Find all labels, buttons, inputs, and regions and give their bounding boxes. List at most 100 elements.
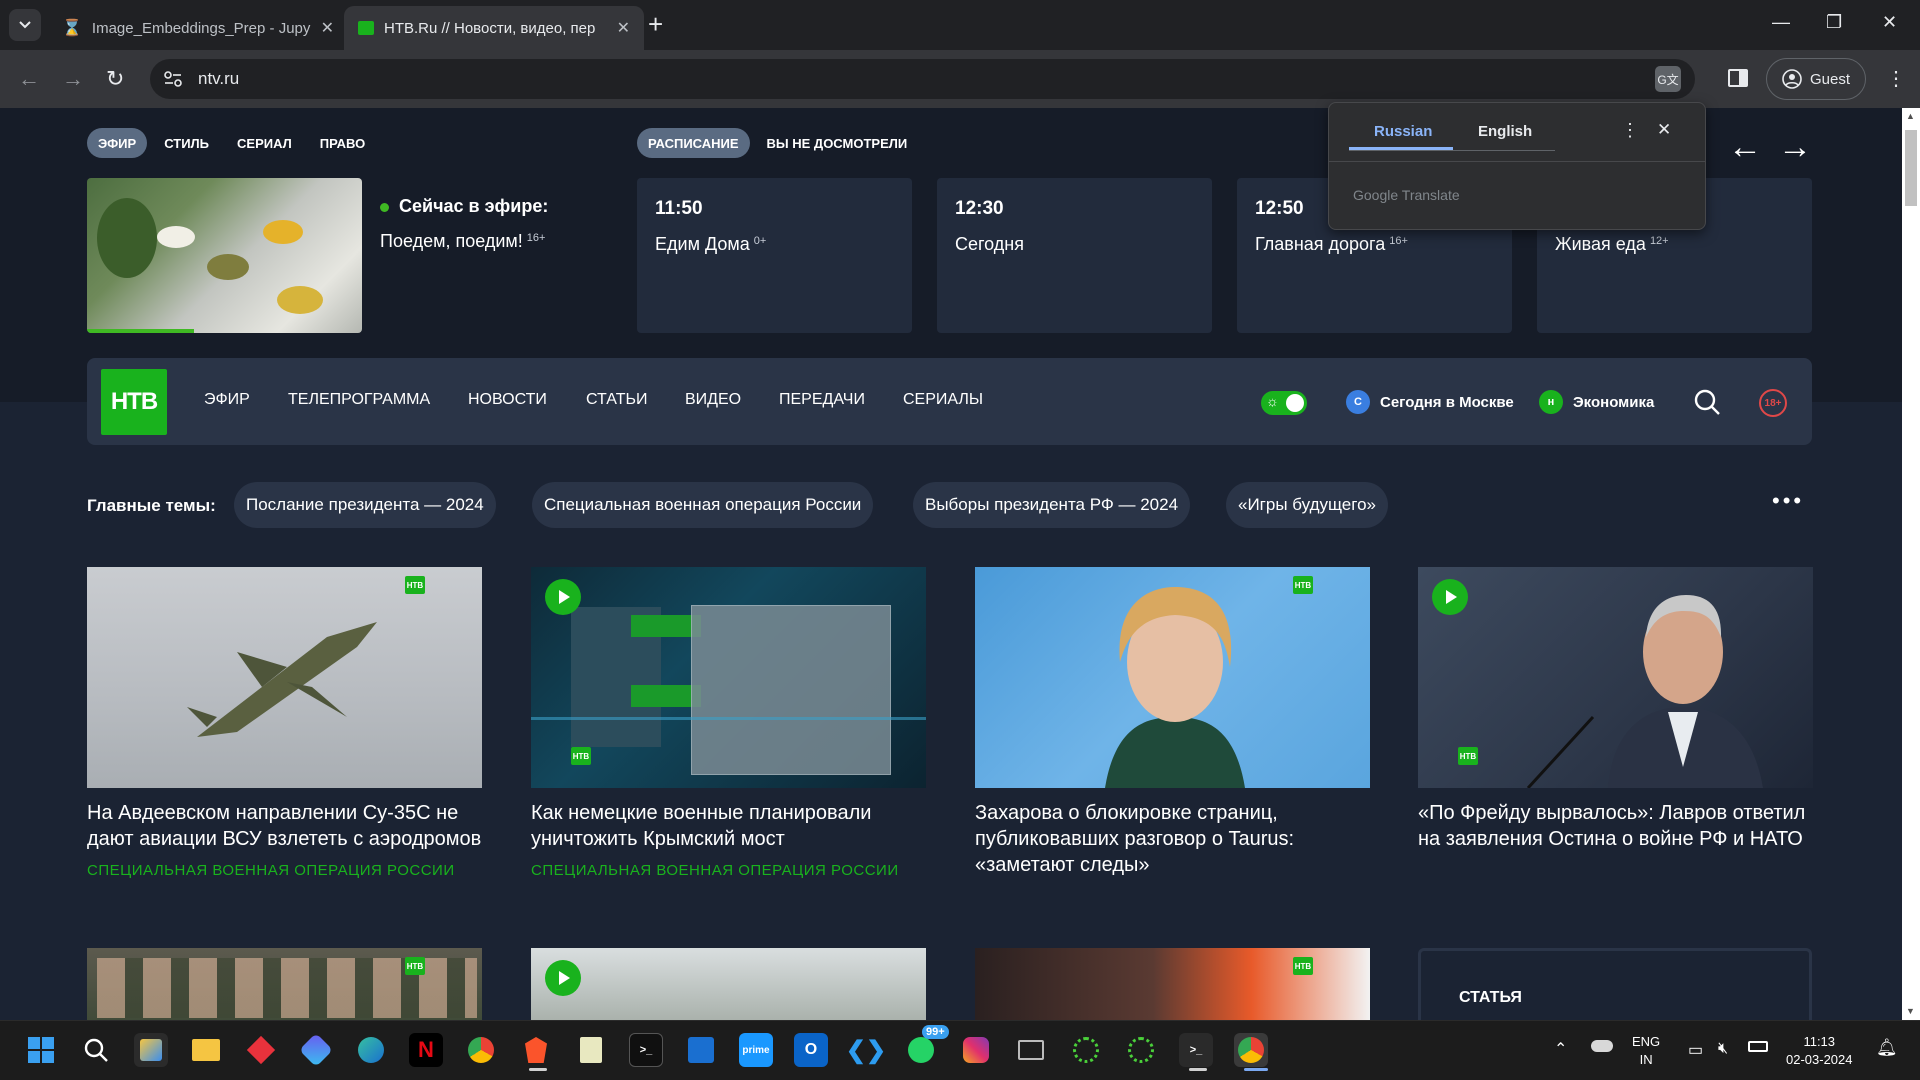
news-rubric[interactable]: СПЕЦИАЛЬНАЯ ВОЕННАЯ ОПЕРАЦИЯ РОССИИ xyxy=(531,862,926,879)
nav-video[interactable]: ВИДЕО xyxy=(685,391,741,409)
nav-peredachi[interactable]: ПЕРЕДАЧИ xyxy=(779,391,865,409)
side-panel-icon[interactable] xyxy=(1728,69,1748,87)
forward-icon[interactable]: → xyxy=(62,68,84,90)
news-card[interactable]: НТВ На Авдеевском направлении Су-35С не … xyxy=(87,567,482,879)
news-card-partial[interactable] xyxy=(531,948,926,1020)
widgets-icon[interactable] xyxy=(134,1033,168,1067)
news-card[interactable]: НТВ Как немецкие военные планировали уни… xyxy=(531,567,926,879)
input-language[interactable]: ENG IN xyxy=(1632,1033,1660,1069)
live-show-title[interactable]: Поедем, поедим! 16+ xyxy=(380,231,548,252)
pill-style[interactable]: СТИЛЬ xyxy=(153,128,220,158)
cloud-icon[interactable] xyxy=(1591,1040,1613,1052)
prime-video-icon[interactable]: prime xyxy=(739,1033,773,1067)
pill-pravo[interactable]: ПРАВО xyxy=(309,128,376,158)
arrow-right-icon[interactable]: → xyxy=(1778,130,1812,164)
scroll-up-icon[interactable]: ▲ xyxy=(1906,111,1915,121)
page-scrollbar[interactable]: ▲ ▼ xyxy=(1902,108,1920,1020)
news-card-partial[interactable]: НТВ xyxy=(975,948,1370,1020)
whatsapp-icon[interactable]: 99+ xyxy=(904,1025,949,1067)
more-topics-icon[interactable]: ••• xyxy=(1772,490,1804,512)
theme-toggle[interactable]: ☼ xyxy=(1261,391,1307,415)
chrome-active-icon[interactable] xyxy=(1234,1033,1268,1067)
ntv-channel-icon: н xyxy=(1539,390,1563,414)
topic-chip[interactable]: Послание президента — 2024 xyxy=(234,482,496,528)
clock[interactable]: 11:13 02-03-2024 xyxy=(1786,1033,1853,1069)
loader-app-icon[interactable] xyxy=(1124,1033,1158,1067)
terminal-icon[interactable]: >_ xyxy=(629,1033,663,1067)
close-tab-icon[interactable]: ✕ xyxy=(321,18,334,38)
vscode-icon[interactable]: ❮❯ xyxy=(846,1033,886,1067)
site-settings-icon[interactable] xyxy=(164,71,182,87)
schedule-card[interactable]: 12:30 Сегодня xyxy=(937,178,1212,333)
topic-chip[interactable]: «Игры будущего» xyxy=(1226,482,1388,528)
browser-tab-ntv[interactable]: НТВ.Ru // Новости, видео, пер ✕ xyxy=(344,6,644,50)
pill-serial[interactable]: СЕРИАЛ xyxy=(226,128,303,158)
outlook-icon[interactable]: O xyxy=(794,1033,828,1067)
windows-start-icon[interactable] xyxy=(24,1033,58,1067)
new-tab-button[interactable]: + xyxy=(648,11,663,37)
chrome-icon[interactable] xyxy=(464,1033,498,1067)
app-red-diamond-icon[interactable] xyxy=(244,1033,278,1067)
minimize-icon[interactable]: — xyxy=(1772,12,1790,33)
live-thumbnail[interactable] xyxy=(87,178,362,333)
nav-teleprogramma[interactable]: ТЕЛЕПРОГРАММА xyxy=(288,391,430,409)
battery-icon[interactable] xyxy=(1748,1041,1768,1052)
instagram-icon[interactable] xyxy=(959,1033,993,1067)
close-window-icon[interactable]: ✕ xyxy=(1882,12,1897,33)
volume-muted-icon[interactable]: 🔇︎ xyxy=(1718,1040,1728,1058)
profile-button[interactable]: Guest xyxy=(1766,58,1866,100)
translate-tab-english[interactable]: English xyxy=(1478,123,1532,140)
network-icon[interactable]: ▭ xyxy=(1688,1040,1703,1060)
loader-app-icon[interactable] xyxy=(1069,1033,1103,1067)
file-explorer-icon[interactable] xyxy=(189,1033,223,1067)
search-taskbar-icon[interactable] xyxy=(79,1033,113,1067)
translate-icon[interactable]: G文 xyxy=(1655,66,1681,92)
tab-search-button[interactable] xyxy=(9,9,41,41)
reload-icon[interactable]: ↻ xyxy=(106,68,124,90)
translate-tab-russian[interactable]: Russian xyxy=(1374,123,1432,140)
channel-ekonomika[interactable]: н Экономика xyxy=(1539,390,1654,414)
app-blue-icon[interactable] xyxy=(684,1033,718,1067)
play-icon[interactable] xyxy=(545,960,581,996)
pill-efir[interactable]: ЭФИР xyxy=(87,128,148,158)
news-card[interactable]: НТВ Захарова о блокировке страниц, публи… xyxy=(975,567,1370,878)
nav-efir[interactable]: ЭФИР xyxy=(204,391,250,409)
copilot-icon[interactable] xyxy=(299,1033,333,1067)
topic-chip[interactable]: Специальная военная операция России xyxy=(532,482,874,528)
topic-chip[interactable]: Выборы президента РФ — 2024 xyxy=(913,482,1191,528)
netflix-icon[interactable]: N xyxy=(409,1033,443,1067)
search-icon[interactable] xyxy=(1693,388,1721,416)
news-card[interactable]: НТВ «По Фрейду вырвалось»: Лавров ответи… xyxy=(1418,567,1813,852)
omnibox[interactable]: ntv.ru G文 xyxy=(150,59,1695,99)
app-window-icon[interactable] xyxy=(1014,1033,1048,1067)
news-rubric[interactable]: СПЕЦИАЛЬНАЯ ВОЕННАЯ ОПЕРАЦИЯ РОССИИ xyxy=(87,862,482,879)
channel-segodnya-moskve[interactable]: С Сегодня в Москве xyxy=(1346,390,1514,414)
restore-icon[interactable]: ❐ xyxy=(1826,12,1842,33)
play-icon[interactable] xyxy=(545,579,581,615)
nav-stati[interactable]: СТАТЬИ xyxy=(586,391,647,409)
translate-options-icon[interactable]: ⋮ xyxy=(1621,120,1639,141)
pill-unwatched[interactable]: ВЫ НЕ ДОСМОТРЕЛИ xyxy=(756,128,919,158)
ntv-logo[interactable]: НТВ xyxy=(101,369,167,435)
pill-schedule[interactable]: РАСПИСАНИЕ xyxy=(637,128,750,158)
nav-novosti[interactable]: НОВОСТИ xyxy=(468,391,547,409)
news-card-partial[interactable]: НТВ xyxy=(87,948,482,1020)
tray-chevron-up-icon[interactable]: ⌃ xyxy=(1554,1039,1567,1059)
close-tab-icon[interactable]: ✕ xyxy=(617,18,630,38)
article-card[interactable]: СТАТЬЯ xyxy=(1418,948,1812,1020)
edge-icon[interactable] xyxy=(354,1033,388,1067)
notepad-icon[interactable] xyxy=(574,1033,608,1067)
nav-serialy[interactable]: СЕРИАЛЫ xyxy=(903,391,983,409)
translate-close-icon[interactable]: ✕ xyxy=(1657,120,1671,140)
scroll-down-icon[interactable]: ▼ xyxy=(1906,1006,1915,1016)
powershell-icon[interactable]: >_ xyxy=(1179,1033,1213,1067)
kebab-menu-icon[interactable]: ⋮ xyxy=(1886,68,1906,90)
back-icon[interactable]: ← xyxy=(18,68,40,90)
play-icon[interactable] xyxy=(1432,579,1468,615)
arrow-left-icon[interactable]: ← xyxy=(1728,130,1762,164)
browser-tab-jupyter[interactable]: ⌛ Image_Embeddings_Prep - Jupy ✕ xyxy=(48,6,348,50)
schedule-card[interactable]: 11:50 Едим Дома 0+ xyxy=(637,178,912,333)
brave-icon[interactable] xyxy=(519,1033,553,1067)
scroll-thumb[interactable] xyxy=(1905,130,1917,206)
notification-bell-icon[interactable]: 🔔︎ xyxy=(1876,1038,1898,1058)
